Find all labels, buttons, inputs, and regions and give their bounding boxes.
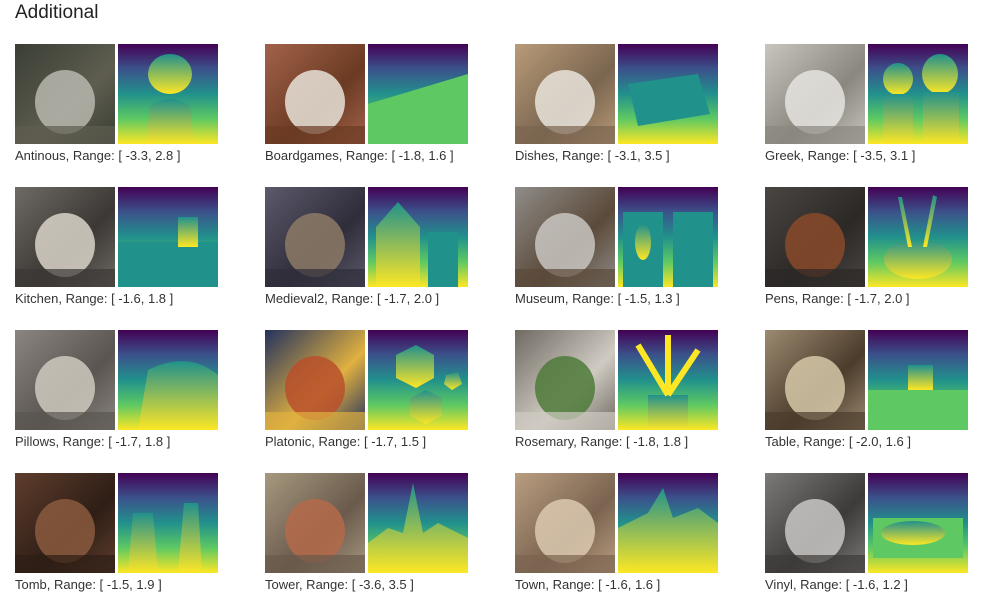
depth-map (868, 473, 968, 573)
polyhedra-photo (265, 330, 365, 430)
depth-map (618, 44, 718, 144)
image-pair (15, 473, 218, 573)
scene-cell: Antinous, Range: [ -3.3, 2.8 ] (15, 44, 265, 187)
scene-caption: Platonic, Range: [ -1.7, 1.5 ] (265, 434, 427, 449)
town-tower-photo (265, 473, 365, 573)
image-pair (515, 187, 718, 287)
potted-plant-photo (515, 330, 615, 430)
scene-cell: Pens, Range: [ -1.7, 2.0 ] (765, 187, 984, 330)
pillows-photo (15, 330, 115, 430)
image-pair (515, 473, 718, 573)
scene-caption: Vinyl, Range: [ -1.6, 1.2 ] (765, 577, 908, 592)
image-pair (265, 44, 468, 144)
depth-map (368, 473, 468, 573)
depth-map (618, 473, 718, 573)
depth-map (618, 330, 718, 430)
image-pair (765, 330, 968, 430)
scene-caption: Town, Range: [ -1.6, 1.6 ] (515, 577, 661, 592)
bust-statue-photo (15, 44, 115, 144)
scene-cell: Boardgames, Range: [ -1.8, 1.6 ] (265, 44, 515, 187)
scene-cell: Museum, Range: [ -1.5, 1.3 ] (515, 187, 765, 330)
scene-caption: Table, Range: [ -2.0, 1.6 ] (765, 434, 911, 449)
scene-grid: Antinous, Range: [ -3.3, 2.8 ] Boardgames… (15, 44, 975, 616)
kitchen-counter-photo (15, 187, 115, 287)
glass-vitrines-photo (515, 187, 615, 287)
scene-caption: Pillows, Range: [ -1.7, 1.8 ] (15, 434, 171, 449)
scene-cell: Tower, Range: [ -3.6, 3.5 ] (265, 473, 515, 616)
image-pair (765, 187, 968, 287)
chessboard-photo (265, 44, 365, 144)
scene-cell: Table, Range: [ -2.0, 1.6 ] (765, 330, 984, 473)
depth-map (868, 187, 968, 287)
image-pair (15, 187, 218, 287)
scene-caption: Kitchen, Range: [ -1.6, 1.8 ] (15, 291, 174, 306)
scene-cell: Vinyl, Range: [ -1.6, 1.2 ] (765, 473, 984, 616)
depth-map (368, 44, 468, 144)
image-pair (515, 330, 718, 430)
turntable-photo (765, 473, 865, 573)
scene-cell: Tomb, Range: [ -1.5, 1.9 ] (15, 473, 265, 616)
scene-cell: Greek, Range: [ -3.5, 3.1 ] (765, 44, 984, 187)
depth-map (118, 44, 218, 144)
scene-cell: Dishes, Range: [ -3.1, 3.5 ] (515, 44, 765, 187)
dish-rack-photo (515, 44, 615, 144)
medieval-house-photo (265, 187, 365, 287)
scene-cell: Medieval2, Range: [ -1.7, 2.0 ] (265, 187, 515, 330)
scene-caption: Dishes, Range: [ -3.1, 3.5 ] (515, 148, 670, 163)
tomb-interior-photo (15, 473, 115, 573)
town-aerial-photo (515, 473, 615, 573)
image-pair (265, 330, 468, 430)
scene-cell: Kitchen, Range: [ -1.6, 1.8 ] (15, 187, 265, 330)
depth-map (118, 330, 218, 430)
depth-map (618, 187, 718, 287)
scene-caption: Tomb, Range: [ -1.5, 1.9 ] (15, 577, 162, 592)
depth-map (118, 187, 218, 287)
scene-cell: Platonic, Range: [ -1.7, 1.5 ] (265, 330, 515, 473)
image-pair (515, 44, 718, 144)
scene-caption: Antinous, Range: [ -3.3, 2.8 ] (15, 148, 181, 163)
depth-map (868, 330, 968, 430)
scene-caption: Pens, Range: [ -1.7, 2.0 ] (765, 291, 910, 306)
depth-map (118, 473, 218, 573)
image-pair (15, 44, 218, 144)
section-title: Additional (15, 2, 99, 23)
image-pair (15, 330, 218, 430)
scene-caption: Boardgames, Range: [ -1.8, 1.6 ] (265, 148, 454, 163)
image-pair (265, 187, 468, 287)
depth-map (368, 187, 468, 287)
two-busts-photo (765, 44, 865, 144)
scene-caption: Rosemary, Range: [ -1.8, 1.8 ] (515, 434, 689, 449)
image-pair (765, 473, 968, 573)
scene-caption: Greek, Range: [ -3.5, 3.1 ] (765, 148, 916, 163)
scene-caption: Museum, Range: [ -1.5, 1.3 ] (515, 291, 680, 306)
scene-cell: Rosemary, Range: [ -1.8, 1.8 ] (515, 330, 765, 473)
image-pair (265, 473, 468, 573)
desk-drawers-photo (765, 330, 865, 430)
scene-caption: Medieval2, Range: [ -1.7, 2.0 ] (265, 291, 440, 306)
scene-caption: Tower, Range: [ -3.6, 3.5 ] (265, 577, 414, 592)
scene-cell: Town, Range: [ -1.6, 1.6 ] (515, 473, 765, 616)
scene-cell: Pillows, Range: [ -1.7, 1.8 ] (15, 330, 265, 473)
depth-map (368, 330, 468, 430)
depth-map (868, 44, 968, 144)
pen-pot-photo (765, 187, 865, 287)
image-pair (765, 44, 968, 144)
